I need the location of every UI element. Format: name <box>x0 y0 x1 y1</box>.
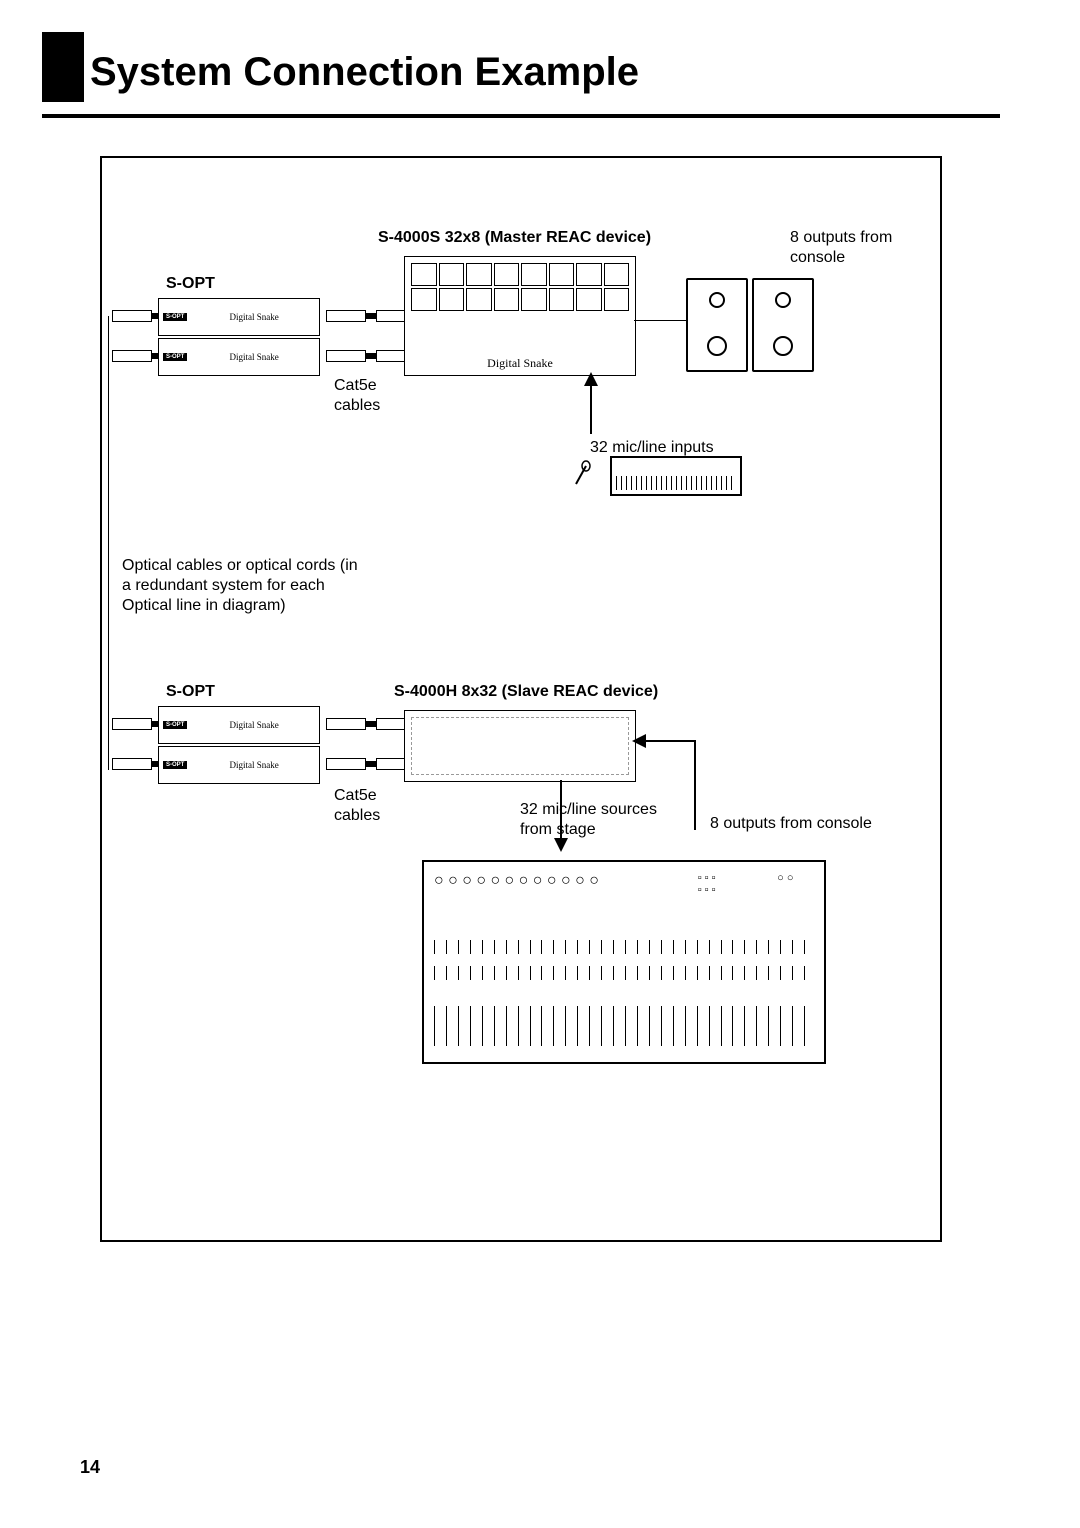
label-8-outputs-bottom: 8 outputs from console <box>710 814 872 834</box>
microphone-icon <box>572 460 592 488</box>
manual-page: System Connection Example S-4000S 32x8 (… <box>0 0 1080 1528</box>
mixer-knob-row: ○ ○ ○ ○ ○ ○ ○ ○ ○ ○ ○ ○ ▫ ▫ ▫▫ ▫ ▫ ○ ○ <box>434 872 814 912</box>
label-sopt-bottom: S-OPT <box>166 682 215 702</box>
sopt-panel: S-OPT Digital Snake <box>163 303 315 331</box>
sopt-panel: S-OPT Digital Snake <box>163 751 315 779</box>
arrow-line <box>694 740 696 830</box>
slave-panel <box>411 717 629 775</box>
sopt-unit-top-2: S-OPT Digital Snake <box>158 338 320 376</box>
label-32-inputs: 32 mic/line inputs <box>590 438 714 458</box>
digital-snake-logo: Digital Snake <box>487 356 553 371</box>
mixer-fader-row <box>434 1006 814 1046</box>
page-number: 14 <box>80 1457 100 1478</box>
arrowhead-up-icon <box>584 372 598 386</box>
arrowhead-down-icon <box>554 838 568 852</box>
arrowhead-left-icon <box>632 734 646 748</box>
mixing-console-icon: ○ ○ ○ ○ ○ ○ ○ ○ ○ ○ ○ ○ ▫ ▫ ▫▫ ▫ ▫ ○ ○ <box>422 860 826 1064</box>
label-sopt-top: S-OPT <box>166 274 215 294</box>
plug-icon <box>326 758 366 770</box>
speaker-left-icon <box>686 278 748 372</box>
mixer-channel-row <box>434 940 814 954</box>
plug-icon <box>326 350 366 362</box>
sopt-badge: S-OPT <box>163 761 187 769</box>
plug-icon <box>112 758 152 770</box>
sopt-unit-bottom-2: S-OPT Digital Snake <box>158 746 320 784</box>
keyboard-instrument-icon <box>610 456 742 496</box>
sopt-panel: S-OPT Digital Snake <box>163 343 315 371</box>
chapter-tab <box>42 32 84 102</box>
label-8-outputs-top: 8 outputs from console <box>790 228 930 268</box>
label-master-device: S-4000S 32x8 (Master REAC device) <box>378 228 651 248</box>
sopt-badge: S-OPT <box>163 721 187 729</box>
plug-icon <box>112 310 152 322</box>
sopt-logo: Digital Snake <box>193 720 315 730</box>
sopt-panel: S-OPT Digital Snake <box>163 711 315 739</box>
label-optical-note: Optical cables or optical cords (in a re… <box>122 556 362 616</box>
sopt-unit-top-1: S-OPT Digital Snake <box>158 298 320 336</box>
sopt-logo: Digital Snake <box>193 352 315 362</box>
mixer-channel-row <box>434 966 814 980</box>
plug-icon <box>112 350 152 362</box>
label-cat5e-top: Cat5e cables <box>334 376 404 416</box>
label-slave-device: S-4000H 8x32 (Slave REAC device) <box>394 682 658 702</box>
sopt-badge: S-OPT <box>163 313 187 321</box>
sopt-unit-bottom-1: S-OPT Digital Snake <box>158 706 320 744</box>
s4000h-slave-device <box>404 710 636 782</box>
label-32-sources: 32 mic/line sources from stage <box>520 800 660 840</box>
sopt-logo: Digital Snake <box>193 312 315 322</box>
sopt-badge: S-OPT <box>163 353 187 361</box>
plug-icon <box>112 718 152 730</box>
plug-icon <box>326 718 366 730</box>
optical-line <box>108 316 109 770</box>
sopt-logo: Digital Snake <box>193 760 315 770</box>
title-rule <box>42 114 1000 118</box>
s4000s-master-device: Digital Snake <box>404 256 636 376</box>
label-cat5e-bottom: Cat5e cables <box>334 786 404 826</box>
io-grid <box>411 263 629 311</box>
line <box>634 320 686 321</box>
page-title: System Connection Example <box>90 50 639 95</box>
plug-icon <box>326 310 366 322</box>
speaker-right-icon <box>752 278 814 372</box>
